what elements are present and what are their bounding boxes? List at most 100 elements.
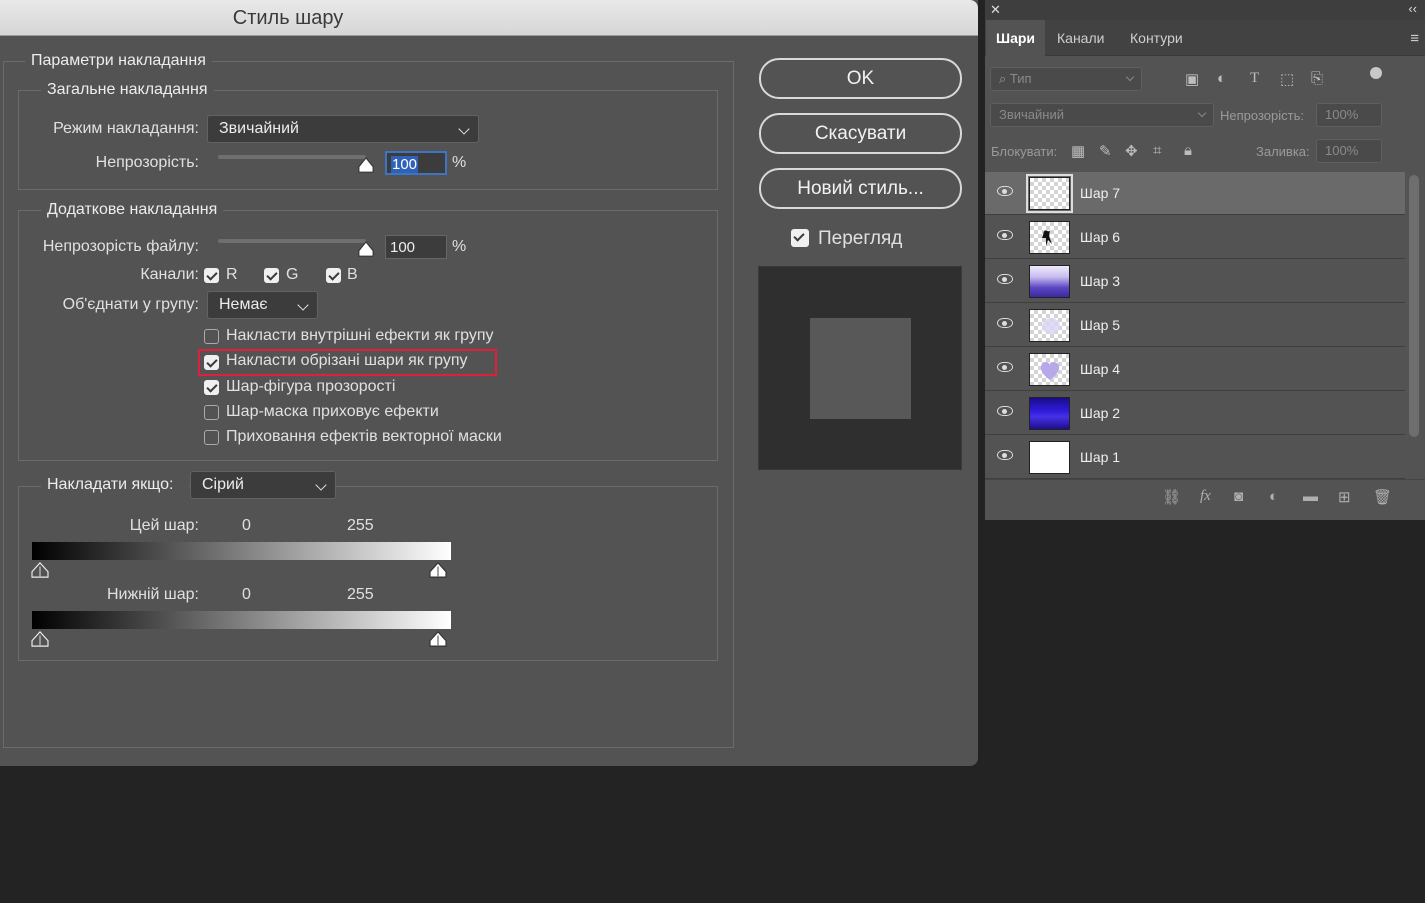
opacity-slider-thumb[interactable]	[357, 157, 375, 173]
this-layer-max: 255	[347, 517, 374, 534]
underlying-layer-black-thumb[interactable]	[31, 631, 49, 647]
option-transparency-shapes-label: Шар-фігура прозорості	[226, 378, 396, 395]
filter-type-icon[interactable]: T	[1250, 70, 1259, 87]
blend-mode-value: Звичайний	[219, 120, 299, 137]
this-layer-min: 0	[242, 517, 251, 534]
fx-icon[interactable]: fx	[1200, 488, 1211, 505]
lock-artboard-icon[interactable]: ⌗	[1153, 142, 1161, 159]
underlying-layer-white-thumb[interactable]	[429, 631, 447, 647]
option-layer-mask-hides-checkbox[interactable]	[204, 405, 219, 420]
filter-shape-icon[interactable]: ⬚	[1280, 70, 1294, 88]
blend-if-select[interactable]: Сірий	[190, 471, 336, 499]
chevron-down-icon	[1125, 72, 1135, 82]
layers-scrollbar[interactable]	[1409, 175, 1419, 437]
adjustment-layer-icon[interactable]: ◐	[1269, 488, 1278, 505]
option-transparency-shapes-checkbox[interactable]	[204, 380, 219, 395]
option-vector-mask-hides-checkbox[interactable]	[204, 430, 219, 445]
eye-icon[interactable]	[997, 450, 1013, 460]
knockout-select[interactable]: Немає	[207, 291, 318, 319]
lock-position-icon[interactable]: ✥	[1125, 142, 1138, 160]
layer-row[interactable]: Шар 5	[985, 304, 1405, 347]
fill-input[interactable]: 100%	[1316, 139, 1382, 163]
channel-g-checkbox[interactable]	[264, 268, 279, 283]
this-layer-black-thumb[interactable]	[31, 562, 49, 578]
opacity-input[interactable]: 100	[385, 151, 447, 175]
fill-opacity-unit: %	[452, 238, 467, 255]
filter-adjustment-icon[interactable]: ◐	[1217, 70, 1226, 87]
tab-paths[interactable]: Контури	[1120, 20, 1193, 56]
knockout-value: Немає	[219, 296, 268, 313]
eye-icon[interactable]	[997, 406, 1013, 416]
close-icon[interactable]: ✕	[990, 2, 1001, 18]
layer-style-dialog: Стиль шару Параметри накладання Загальне…	[0, 0, 978, 766]
channel-r-checkbox[interactable]	[204, 268, 219, 283]
chevron-down-icon	[297, 299, 309, 311]
preview-label: Перегляд	[818, 228, 903, 249]
layer-row[interactable]: Шар 4	[985, 348, 1405, 391]
chevron-down-icon	[1197, 108, 1207, 118]
layer-blend-mode-value: Звичайний	[999, 107, 1064, 122]
underlying-layer-min: 0	[242, 586, 251, 603]
opacity-unit: %	[452, 154, 467, 171]
eye-icon[interactable]	[997, 362, 1013, 372]
layer-opacity-input[interactable]: 100%	[1316, 103, 1382, 127]
eye-icon[interactable]	[997, 186, 1013, 196]
blending-options-legend: Параметри накладання	[25, 52, 212, 70]
blend-mode-select[interactable]: Звичайний	[990, 103, 1214, 127]
fill-opacity-slider-track[interactable]	[218, 239, 366, 243]
new-group-icon[interactable]: ▬	[1303, 488, 1318, 505]
layer-name: Шар 7	[1080, 185, 1121, 201]
lock-transparent-icon[interactable]: ▦	[1071, 142, 1085, 160]
eye-icon[interactable]	[997, 274, 1013, 284]
fill-opacity-input[interactable]: 100	[385, 235, 447, 259]
eye-icon[interactable]	[997, 318, 1013, 328]
layer-thumbnail	[1029, 309, 1070, 342]
layer-opacity-value: 100%	[1325, 107, 1359, 122]
dialog-titlebar[interactable]: Стиль шару	[0, 0, 978, 36]
collapse-icon[interactable]: ‹‹	[1408, 1, 1417, 16]
layer-name: Шар 6	[1080, 229, 1121, 245]
preview-checkbox[interactable]	[791, 229, 809, 247]
panel-header: ✕ ‹‹	[985, 0, 1425, 20]
dialog-title: Стиль шару	[232, 7, 344, 29]
layer-row[interactable]: Шар 3	[985, 260, 1405, 303]
lock-all-icon[interactable]: 🔒︎	[1184, 142, 1192, 159]
filter-smart-object-icon[interactable]: ⎘	[1311, 70, 1323, 87]
tab-channels[interactable]: Канали	[1047, 20, 1114, 56]
tab-layers[interactable]: Шари	[986, 20, 1045, 56]
layer-opacity-label: Непрозорість:	[1220, 108, 1304, 123]
blend-mode-select[interactable]: Звичайний	[207, 115, 479, 143]
panel-menu-icon[interactable]: ≡	[1410, 30, 1419, 47]
layer-name: Шар 2	[1080, 405, 1121, 421]
fill-opacity-slider-thumb[interactable]	[357, 241, 375, 257]
fill-label: Заливка:	[1256, 144, 1310, 159]
option-vector-mask-hides-label: Приховання ефектів векторної маски	[226, 428, 502, 445]
lock-brush-icon[interactable]: ✎	[1099, 142, 1112, 160]
layer-row[interactable]: Шар 2	[985, 392, 1405, 435]
layer-row[interactable]: Шар 6	[985, 216, 1405, 259]
cancel-button[interactable]: Скасувати	[759, 113, 962, 154]
option-blend-interior-checkbox[interactable]	[204, 329, 219, 344]
opacity-slider-track[interactable]	[218, 155, 366, 159]
fill-value: 100%	[1325, 143, 1359, 158]
new-layer-icon[interactable]: ⊞	[1338, 488, 1351, 506]
chevron-down-icon	[315, 479, 327, 491]
underlying-layer-max: 255	[347, 586, 374, 603]
filter-toggle-icon[interactable]	[1370, 67, 1382, 79]
trash-icon[interactable]: 🗑︎	[1373, 488, 1392, 506]
channel-b-checkbox[interactable]	[326, 268, 341, 283]
link-layers-icon[interactable]: ⛓︎	[1162, 488, 1181, 506]
filter-pixel-icon[interactable]: ▣	[1185, 70, 1199, 88]
layer-row[interactable]: Шар 1	[985, 436, 1405, 479]
ok-button[interactable]: OK	[759, 58, 962, 99]
add-mask-icon[interactable]: ◙	[1234, 488, 1243, 505]
layers-list: Шар 7 Шар 6 Шар 3 Шар 5 Шар 4 Шар 2 Шар …	[985, 172, 1425, 479]
panel-tabs: Шари Канали Контури ≡	[985, 20, 1425, 56]
eye-icon[interactable]	[997, 230, 1013, 240]
layer-row[interactable]: Шар 7	[985, 172, 1405, 215]
layer-thumbnail	[1029, 265, 1070, 298]
preview-swatch	[810, 318, 911, 419]
new-style-button[interactable]: Новий стиль...	[759, 168, 962, 209]
layer-filter-select[interactable]: ⌕ Тип	[990, 67, 1142, 91]
this-layer-white-thumb[interactable]	[429, 562, 447, 578]
